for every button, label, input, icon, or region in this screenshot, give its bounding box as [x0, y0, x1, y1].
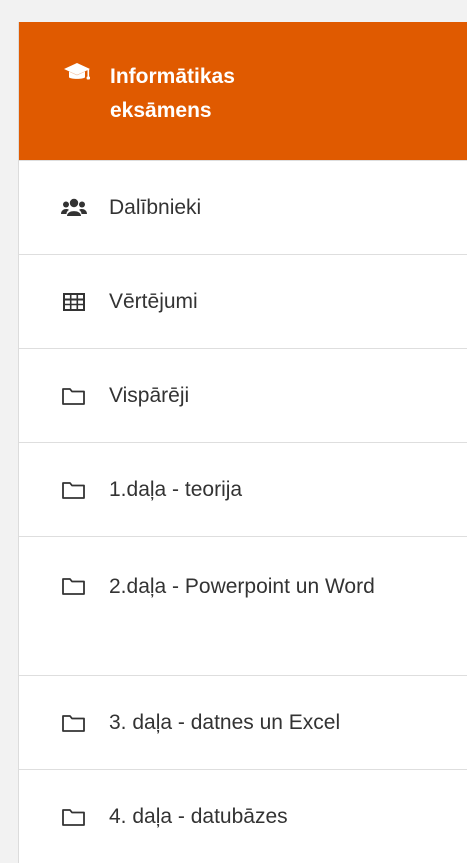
nav-item-section-3[interactable]: 3. daļa - datnes un Excel [19, 675, 467, 769]
nav-item-label: 4. daļa - datubāzes [109, 804, 288, 828]
course-navigation: Informātikas eksāmens Dalībnieki Vērtēju… [18, 22, 467, 863]
nav-item-label: Vērtējumi [109, 289, 198, 313]
nav-item-grades[interactable]: Vērtējumi [19, 254, 467, 348]
course-title-line1: Informātikas [110, 65, 235, 88]
nav-item-label: 2.daļa - Powerpoint un Word [109, 575, 375, 598]
folder-icon [62, 388, 85, 405]
nav-item-label: Dalībnieki [109, 195, 202, 219]
folder-icon [62, 578, 85, 595]
nav-item-label: 1.daļa - teorija [109, 477, 243, 501]
course-title-line2: eksāmens [110, 99, 212, 122]
table-icon [63, 293, 85, 311]
users-icon [61, 198, 87, 216]
folder-icon [62, 482, 85, 499]
graduation-cap-icon [64, 63, 90, 80]
nav-item-section-general[interactable]: Vispārēji [19, 348, 467, 442]
nav-item-section-4[interactable]: 4. daļa - datubāzes [19, 769, 467, 863]
nav-item-section-1[interactable]: 1.daļa - teorija [19, 442, 467, 536]
course-home-link[interactable]: Informātikas eksāmens [19, 22, 467, 160]
nav-item-section-2[interactable]: 2.daļa - Powerpoint un Word [19, 536, 467, 675]
nav-item-label: Vispārēji [109, 383, 190, 407]
folder-icon [62, 809, 85, 826]
nav-item-participants[interactable]: Dalībnieki [19, 160, 467, 254]
folder-icon [62, 715, 85, 732]
nav-item-label: 3. daļa - datnes un Excel [109, 710, 341, 734]
